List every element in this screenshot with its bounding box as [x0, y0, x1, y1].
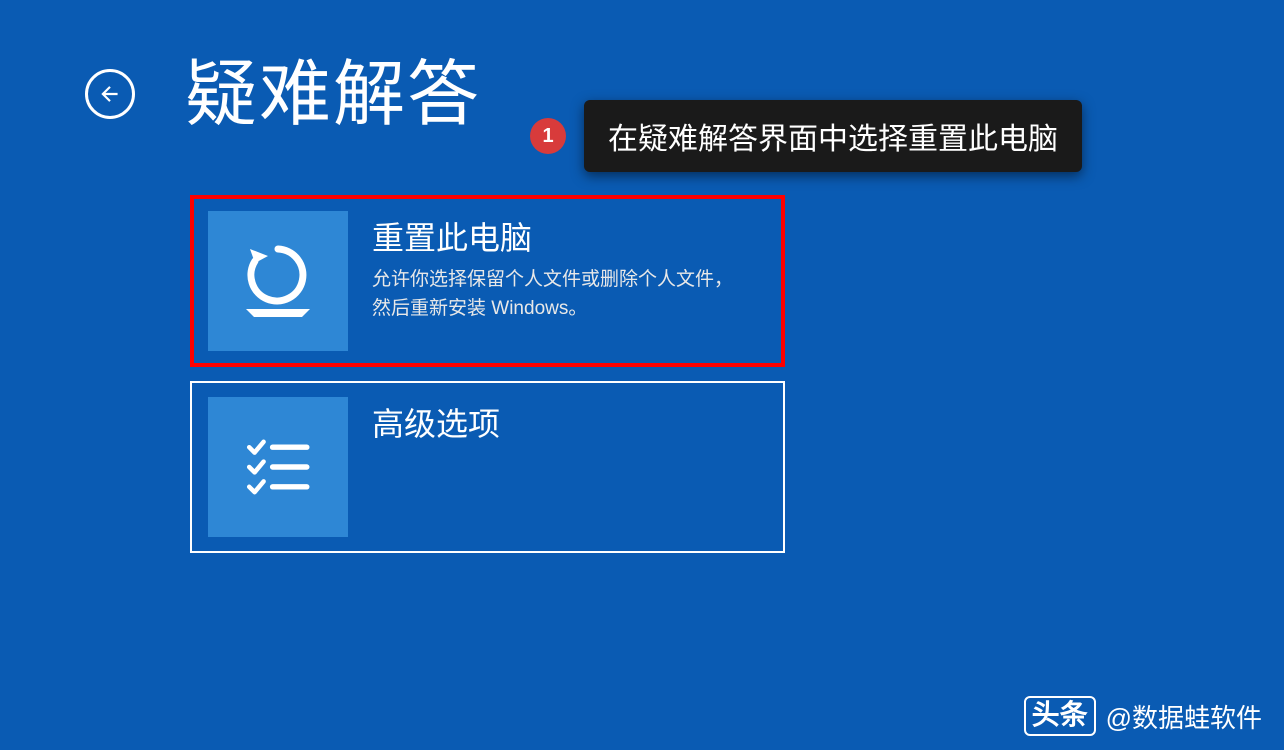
- option-description: 允许你选择保留个人文件或删除个人文件，然后重新安装 Windows。: [372, 265, 742, 324]
- option-title: 重置此电脑: [372, 213, 742, 259]
- back-button[interactable]: [85, 69, 135, 119]
- option-reset-pc[interactable]: 重置此电脑 允许你选择保留个人文件或删除个人文件，然后重新安装 Windows。: [190, 195, 785, 367]
- watermark-logo: 头条: [1024, 696, 1096, 736]
- annotation-tooltip: 在疑难解答界面中选择重置此电脑: [584, 100, 1082, 172]
- watermark: 头条 @数据蛙软件: [1024, 696, 1262, 736]
- page-title: 疑难解答: [185, 35, 481, 140]
- annotation-badge: 1: [530, 118, 566, 154]
- reset-icon: [208, 211, 348, 351]
- arrow-left-icon: [97, 81, 123, 107]
- option-advanced[interactable]: 高级选项: [190, 381, 785, 553]
- watermark-text: @数据蛙软件: [1106, 698, 1262, 735]
- annotation: 1 在疑难解答界面中选择重置此电脑: [530, 100, 1082, 172]
- options-list: 重置此电脑 允许你选择保留个人文件或删除个人文件，然后重新安装 Windows。…: [190, 195, 1284, 553]
- checklist-icon: [208, 397, 348, 537]
- option-title: 高级选项: [372, 399, 500, 445]
